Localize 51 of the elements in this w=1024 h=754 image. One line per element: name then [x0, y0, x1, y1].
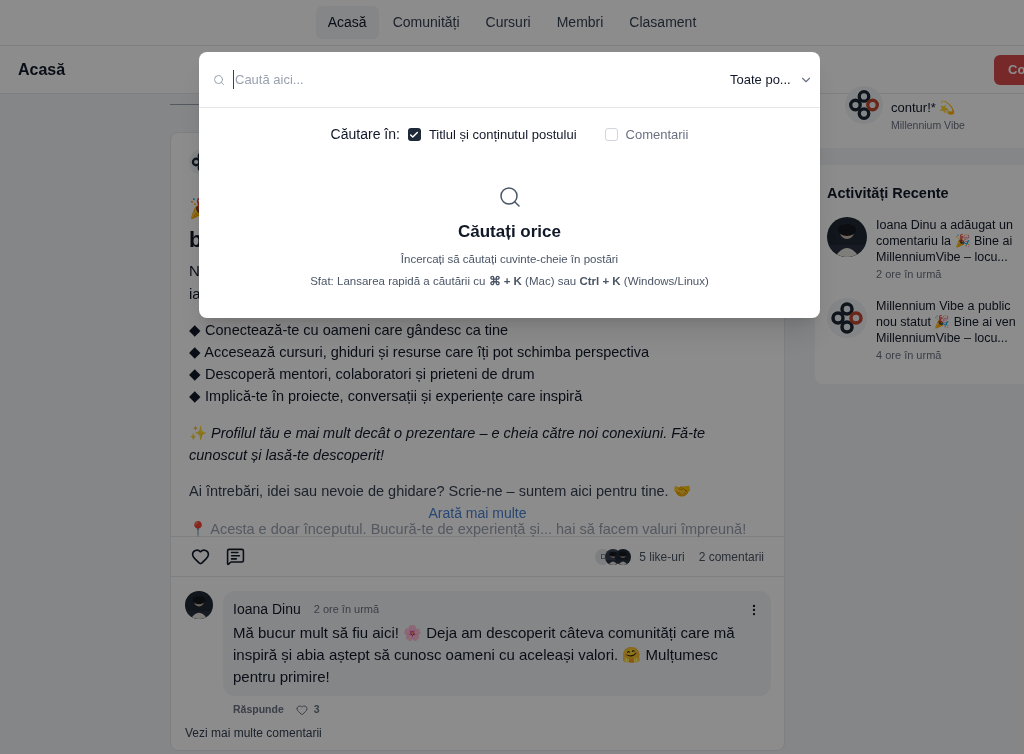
- comment-icon[interactable]: [226, 547, 245, 566]
- comment-likes: 3: [313, 702, 320, 717]
- nav-tab[interactable]: Clasament: [617, 6, 709, 39]
- bullet-item: ◆ Accesează cursuri, ghiduri și resurse care îți pot schimba perspectiva: [189, 343, 650, 362]
- nav-tab[interactable]: Acasă: [315, 6, 379, 39]
- like-icon[interactable]: [295, 703, 308, 716]
- post-highlight: ✨ Profilul tău e mai mult decât o prezentare – e cheia către noi conexiuni. Fă-te cunoscut și lasă-te descoperit!: [189, 424, 707, 465]
- post-text: N: [189, 261, 200, 281]
- page-title: Acasă: [18, 59, 66, 80]
- shortcut-tip: Sfat: Lansarea rapidă a căutării cu ⌘ + K (Mac) sau Ctrl + K (Windows/Linux): [310, 273, 709, 289]
- nav-tab[interactable]: Cursuri: [473, 6, 543, 39]
- checkbox-label: Titlul și conținutul postului: [428, 125, 577, 144]
- more-comments-link[interactable]: Vezi mai multe comentarii: [185, 723, 322, 742]
- scope-label: Căutare în:: [330, 125, 400, 144]
- activity-text[interactable]: MillenniumVibe – locu...: [876, 248, 1013, 265]
- comments-count[interactable]: 2 comentarii: [698, 547, 764, 566]
- like-icon[interactable]: [191, 547, 210, 566]
- checkbox-label: Comentarii: [625, 125, 689, 144]
- activity-time: 2 ore în urmă: [876, 266, 943, 282]
- search-icon: [213, 73, 225, 86]
- activity-time: 4 ore în urmă: [876, 348, 943, 364]
- bullet-item: ◆ Implică-te în proiecte, conversații și experiențe care inspiră: [189, 387, 583, 406]
- section-title: Activități Recente: [827, 184, 950, 203]
- show-more-link[interactable]: Arată mai multe: [424, 506, 531, 521]
- search-icon: [497, 185, 522, 209]
- status-text[interactable]: contur!* 💫: [891, 100, 965, 116]
- nav-tab[interactable]: Comunități: [380, 6, 472, 39]
- search-field[interactable]: Caută aici...: [233, 69, 720, 90]
- likes-count[interactable]: 5 like-uri: [639, 547, 685, 566]
- status-author: Millennium Vibe: [891, 118, 965, 133]
- empty-state-title: Căutați orice: [458, 221, 561, 243]
- empty-state-text: Încercați să căutați cuvinte-cheie în postări: [400, 251, 619, 267]
- reply-button[interactable]: Răspunde: [233, 702, 284, 718]
- comment-author[interactable]: Ioana Dinu: [233, 599, 301, 620]
- checkbox[interactable]: [407, 128, 421, 141]
- activity-text[interactable]: comentariu la 🎉 Bine ai: [876, 232, 1013, 249]
- bullet-item: ◆ Descoperă mentori, colaboratori și prieteni de drum: [189, 365, 535, 384]
- create-button[interactable]: Co: [994, 54, 1024, 85]
- filter-dropdown[interactable]: Toate po...: [720, 52, 820, 107]
- activity-text[interactable]: Ioana Dinu a adăugat un: [876, 216, 1013, 233]
- faded-post-text: 📍 Acesta e doar începutul. Bucură-te de experiență și... hai să facem valuri împreună!: [189, 521, 747, 537]
- comment-time: 2 ore în urmă: [313, 602, 380, 618]
- bullet-item: ◆ Conectează-te cu oameni care gândesc ca tine: [189, 321, 509, 340]
- post-text: Ai întrebări, idei sau nevoie de ghidare? Scrie-ne – suntem aici pentru tine. 🤝: [189, 482, 692, 501]
- nav-tab[interactable]: Membri: [544, 6, 616, 39]
- activity-text[interactable]: Millennium Vibe a public: [876, 298, 1016, 315]
- activity-text[interactable]: MillenniumVibe – locu...: [876, 330, 1016, 347]
- logo-icon: [827, 298, 867, 339]
- checkbox[interactable]: [604, 128, 618, 141]
- activity-text[interactable]: nou statut 🎉 Bine ai ven: [876, 314, 1016, 331]
- comment-text: Mă bucur mult să fiu aici! 🌸 Deja am descoperit câteva comunități care mă inspiră și abia aștept să cunosc oameni cu aceleași valori. 🤗 Mulțumesc pentru primire!: [233, 623, 736, 687]
